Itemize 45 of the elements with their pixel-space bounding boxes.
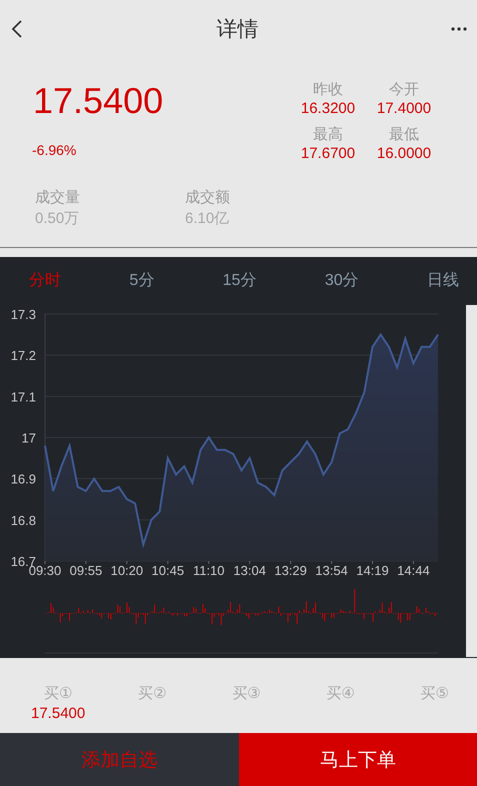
x-axis-label: 09:55 bbox=[70, 563, 102, 578]
x-axis-label: 11:10 bbox=[192, 563, 225, 578]
current-price: 17.5400 bbox=[33, 80, 164, 122]
stat-value: 17.4000 bbox=[376, 100, 432, 117]
y-axis-label: 16.8 bbox=[10, 512, 36, 528]
period-tab[interactable]: 30分 bbox=[324, 266, 359, 295]
x-axis-label: 13:29 bbox=[274, 563, 307, 578]
y-axis-label: 17 bbox=[22, 430, 36, 446]
period-tab[interactable]: 日线 bbox=[427, 266, 459, 295]
x-axis-label: 14:19 bbox=[356, 563, 389, 578]
stat-label: 今开 bbox=[389, 80, 419, 99]
bid-level-label: 买③ bbox=[232, 684, 261, 703]
y-axis-label: 17.1 bbox=[10, 389, 36, 404]
bid-level-label: 买⑤ bbox=[420, 684, 449, 703]
y-axis-label: 17.3 bbox=[10, 307, 36, 322]
page-title: 详情 bbox=[216, 17, 258, 43]
stat-label: 最高 bbox=[313, 125, 343, 144]
period-tab[interactable]: 15分 bbox=[222, 266, 256, 295]
volume-label: 成交量 bbox=[35, 188, 81, 207]
order-button[interactable]: 马上下单 bbox=[238, 733, 477, 786]
change-percent: -6.96% bbox=[32, 142, 76, 158]
bid-level-label: 买② bbox=[138, 684, 167, 703]
y-axis-label: 16.9 bbox=[10, 472, 36, 487]
stat-value: 16.0000 bbox=[376, 145, 432, 162]
stat-label: 最低 bbox=[389, 125, 419, 144]
x-axis-label: 13:54 bbox=[315, 563, 348, 578]
period-tab[interactable]: 分时 bbox=[29, 266, 61, 295]
x-axis-label: 10:45 bbox=[152, 563, 184, 578]
y-axis-label: 17.2 bbox=[10, 348, 36, 364]
stat-value: 16.3200 bbox=[300, 100, 356, 117]
x-axis-label: 10:20 bbox=[110, 563, 144, 578]
more-icon[interactable] bbox=[451, 27, 467, 31]
stat-label: 昨收 bbox=[313, 80, 343, 99]
volume-value: 6.10亿 bbox=[185, 209, 230, 228]
stat-value: 17.6700 bbox=[300, 145, 356, 162]
volume-label: 成交额 bbox=[185, 188, 231, 207]
x-axis-label: 14:44 bbox=[397, 563, 430, 578]
x-axis-label: 13:04 bbox=[233, 563, 266, 578]
volume-value: 0.50万 bbox=[35, 209, 80, 228]
back-icon[interactable] bbox=[10, 19, 24, 39]
bid-price: 17.5400 bbox=[31, 705, 86, 722]
period-tab[interactable]: 5分 bbox=[129, 266, 154, 295]
bid-level-label: 买① bbox=[44, 684, 72, 703]
scrollbar[interactable] bbox=[466, 305, 477, 657]
bid-level-label: 买④ bbox=[326, 684, 355, 703]
